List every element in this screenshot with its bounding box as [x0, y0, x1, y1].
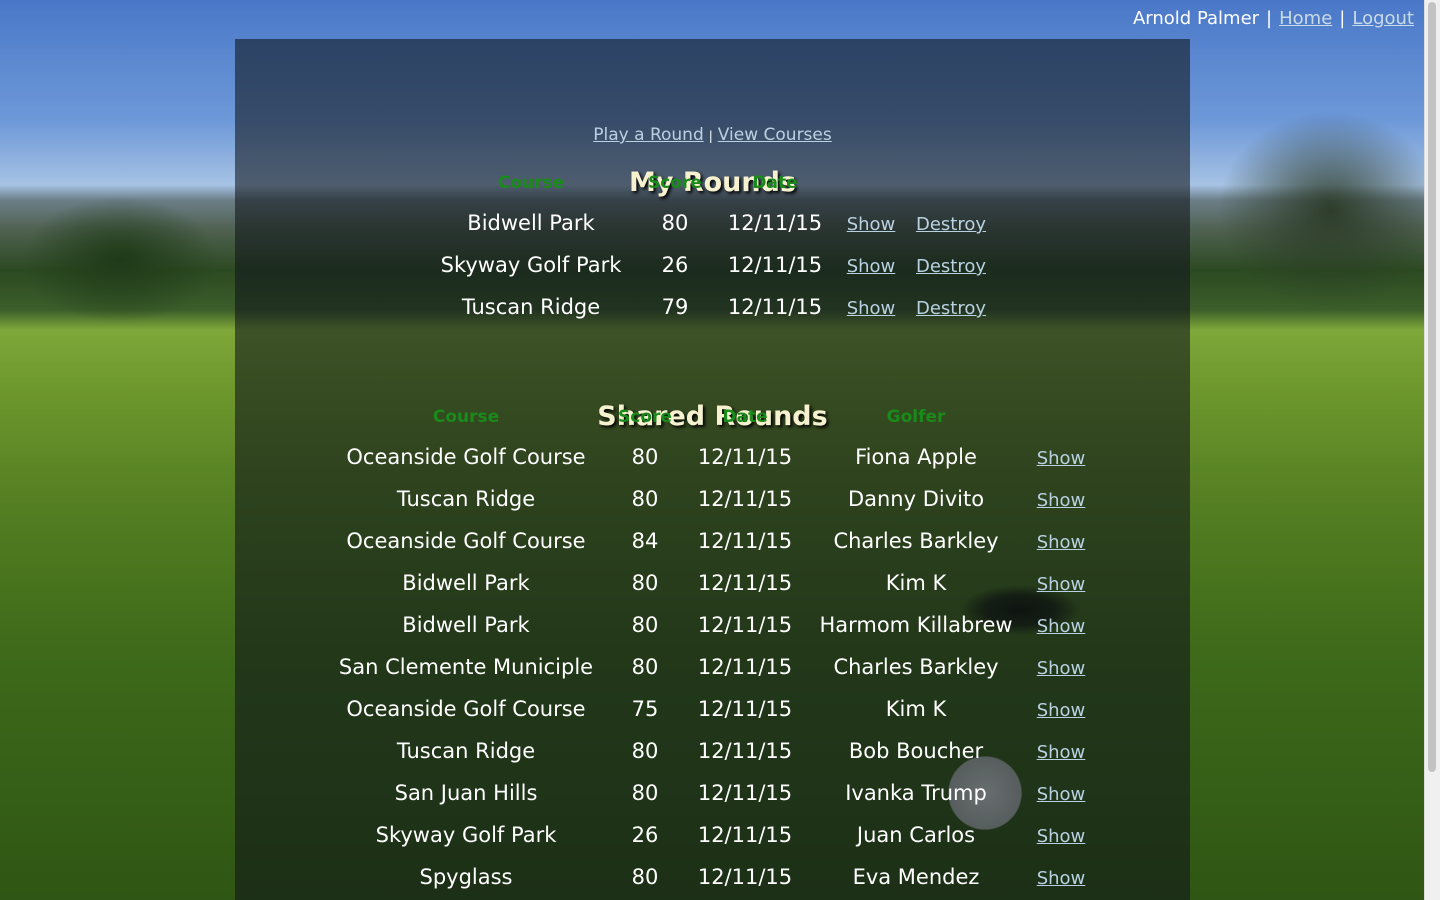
show-round-link[interactable]: Show [1037, 826, 1086, 847]
round-score: 75 [631, 697, 659, 721]
my-rounds-heading: My Rounds [628, 167, 797, 198]
background-trees-left [0, 160, 240, 340]
destroy-round-link[interactable]: Destroy [916, 256, 986, 277]
round-date: 12/11/15 [697, 823, 793, 847]
show-round-link[interactable]: Show [1037, 868, 1086, 889]
round-course: Spyglass [419, 865, 513, 889]
round-course: Bidwell Park [467, 211, 595, 235]
round-course: Tuscan Ridge [461, 295, 601, 319]
show-round-link[interactable]: Show [1037, 784, 1086, 805]
round-score: 80 [631, 781, 659, 805]
show-round-link[interactable]: Show [1037, 658, 1086, 679]
round-date: 12/11/15 [697, 529, 793, 553]
round-course: Skyway Golf Park [440, 253, 622, 277]
play-a-round-link[interactable]: Play a Round [593, 125, 703, 145]
main-nav: Play a Round | View Courses [235, 125, 1190, 145]
nav-separator: | [708, 129, 713, 143]
round-date: 12/11/15 [697, 655, 793, 679]
show-round-link[interactable]: Show [1037, 616, 1086, 637]
round-score: 80 [631, 445, 659, 469]
view-courses-link[interactable]: View Courses [718, 125, 832, 145]
column-header-score: Score [648, 173, 702, 193]
round-score: 80 [631, 487, 659, 511]
background-trees-right [1180, 60, 1440, 340]
logout-link[interactable]: Logout [1352, 8, 1414, 29]
show-round-link[interactable]: Show [1037, 742, 1086, 763]
round-score: 80 [631, 865, 659, 889]
column-header-course: Course [432, 407, 500, 427]
destroy-round-link[interactable]: Destroy [916, 298, 986, 319]
round-course: Bidwell Park [402, 571, 530, 595]
column-header-golfer: Golfer [886, 407, 946, 427]
content-panel: Play a Round | View Courses My Rounds Cour… [235, 39, 1190, 900]
round-score: 80 [631, 655, 659, 679]
round-date: 12/11/15 [727, 295, 823, 319]
header-separator: | [1266, 8, 1273, 29]
round-date: 12/11/15 [697, 613, 793, 637]
round-date: 12/11/15 [697, 739, 793, 763]
round-date: 12/11/15 [697, 571, 793, 595]
round-golfer: Kim K [885, 697, 947, 721]
round-date: 12/11/15 [697, 697, 793, 721]
round-date: 12/11/15 [697, 781, 793, 805]
show-round-link[interactable]: Show [1037, 448, 1086, 469]
round-course: San Clemente Municiple [338, 655, 594, 679]
round-score: 80 [631, 571, 659, 595]
show-round-link[interactable]: Show [847, 298, 896, 319]
home-link[interactable]: Home [1279, 8, 1332, 29]
show-round-link[interactable]: Show [847, 214, 896, 235]
round-course: Bidwell Park [402, 613, 530, 637]
round-golfer: Harmom Killabrew [819, 613, 1013, 637]
round-golfer: Danny Divito [847, 487, 985, 511]
round-golfer: Eva Mendez [852, 865, 980, 889]
round-score: 79 [661, 295, 689, 319]
scrollbar-thumb[interactable] [1428, 2, 1436, 772]
column-header-date: Date [752, 173, 798, 193]
round-golfer: Ivanka Trump [845, 781, 987, 805]
round-course: Oceanside Golf Course [346, 697, 586, 721]
round-score: 26 [631, 823, 659, 847]
user-name: Arnold Palmer [1132, 8, 1260, 29]
round-date: 12/11/15 [697, 487, 793, 511]
round-course: Oceanside Golf Course [346, 445, 586, 469]
round-score: 80 [631, 613, 659, 637]
round-score: 80 [631, 739, 659, 763]
show-round-link[interactable]: Show [1037, 700, 1086, 721]
round-course: Tuscan Ridge [396, 739, 536, 763]
round-golfer: Juan Carlos [856, 823, 976, 847]
round-course: Skyway Golf Park [375, 823, 557, 847]
round-course: Oceanside Golf Course [346, 529, 586, 553]
round-date: 12/11/15 [697, 865, 793, 889]
column-header-date: Date [722, 407, 768, 427]
round-course: San Juan Hills [394, 781, 538, 805]
round-golfer: Charles Barkley [833, 655, 999, 679]
header-separator: | [1339, 8, 1346, 29]
round-golfer: Charles Barkley [833, 529, 999, 553]
round-course: Tuscan Ridge [396, 487, 536, 511]
column-header-score: Score [618, 407, 672, 427]
round-date: 12/11/15 [727, 253, 823, 277]
round-score: 26 [661, 253, 689, 277]
vertical-scrollbar[interactable] [1424, 0, 1440, 900]
show-round-link[interactable]: Show [1037, 574, 1086, 595]
column-header-course: Course [497, 173, 565, 193]
shared-rounds-heading: Shared Rounds [597, 401, 828, 432]
show-round-link[interactable]: Show [1037, 532, 1086, 553]
round-golfer: Kim K [885, 571, 947, 595]
round-date: 12/11/15 [697, 445, 793, 469]
round-score: 84 [631, 529, 659, 553]
round-date: 12/11/15 [727, 211, 823, 235]
show-round-link[interactable]: Show [1037, 490, 1086, 511]
show-round-link[interactable]: Show [847, 256, 896, 277]
user-header: Arnold Palmer | Home | Logout [1133, 8, 1414, 29]
destroy-round-link[interactable]: Destroy [916, 214, 986, 235]
round-golfer: Fiona Apple [855, 445, 977, 469]
round-golfer: Bob Boucher [848, 739, 984, 763]
round-score: 80 [661, 211, 689, 235]
